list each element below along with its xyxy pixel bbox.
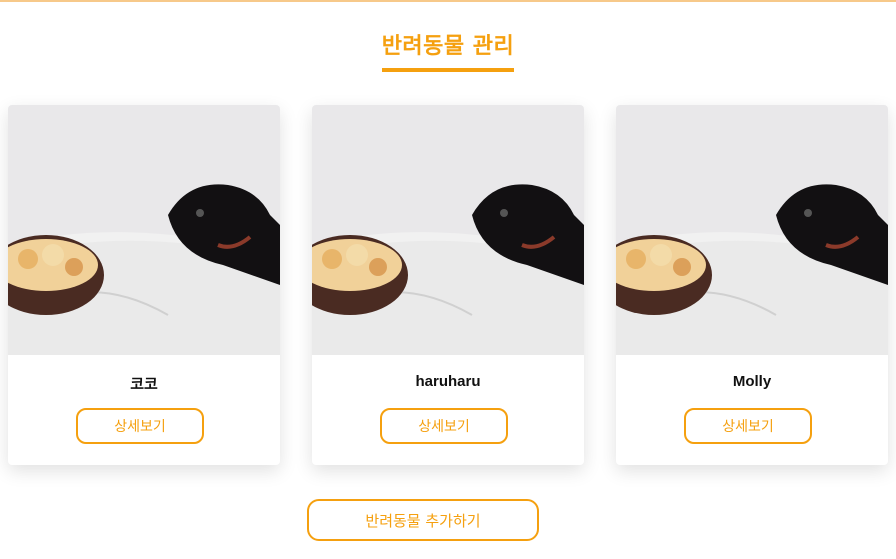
pet-name: haruharu (415, 373, 481, 390)
pet-name: 코코 (130, 376, 158, 393)
view-details-button[interactable]: 상세보기 (684, 408, 812, 444)
header-divider (0, 0, 896, 2)
pet-card: 코코 상세보기 (8, 105, 280, 465)
view-details-button[interactable]: 상세보기 (380, 408, 508, 444)
page-title: 반려동물 관리 (381, 28, 515, 72)
pet-photo (8, 105, 280, 355)
pet-card: Molly 상세보기 (616, 105, 888, 465)
add-pet-button[interactable]: 반려동물 추가하기 (307, 499, 539, 541)
title-container: 반려동물 관리 (0, 28, 896, 72)
pet-name: Molly (732, 373, 772, 390)
pet-card: haruharu 상세보기 (312, 105, 584, 465)
view-details-button[interactable]: 상세보기 (76, 408, 204, 444)
pet-photo (312, 105, 584, 355)
pet-photo (616, 105, 888, 355)
